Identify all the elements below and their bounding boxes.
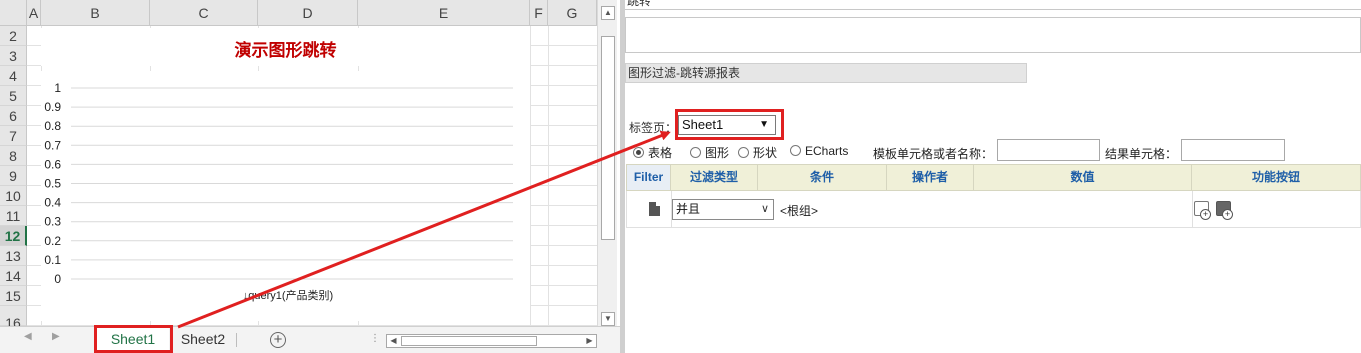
column-header-a[interactable]: A: [27, 0, 41, 26]
filter-type-value: 并且: [676, 202, 701, 216]
tab-separator: [236, 333, 237, 347]
y-tick-label: 0.9: [44, 100, 61, 114]
more-dots-icon[interactable]: ⋮: [370, 333, 380, 344]
document-icon[interactable]: [649, 202, 660, 216]
vertical-scroll-thumb[interactable]: [601, 36, 615, 240]
template-cell-input[interactable]: [997, 139, 1100, 161]
row-separator: [1192, 191, 1193, 227]
filter-row: 并且 ∨ <根组>: [626, 191, 1361, 228]
x-axis-label: ↓query1(产品类别): [243, 288, 333, 302]
top-divider: [625, 9, 1361, 10]
header-function-buttons: 功能按钮: [1251, 170, 1300, 184]
row-header[interactable]: 11: [0, 206, 27, 226]
row-header[interactable]: 16: [0, 306, 27, 331]
y-tick-label: 0.5: [44, 177, 61, 191]
y-tick-label: 0.7: [44, 138, 61, 152]
row-header-active[interactable]: 12: [0, 226, 27, 246]
y-tick-label: 0.3: [44, 215, 61, 229]
radio-checked-icon: [633, 147, 644, 158]
template-cell-label: 模板单元格或者名称：: [873, 147, 994, 161]
column-header-e[interactable]: E: [358, 0, 530, 26]
description-textarea[interactable]: [625, 17, 1361, 53]
chart-title: 演示图形跳转: [234, 41, 337, 60]
tab-scroll-left-icon[interactable]: ◀: [24, 331, 32, 342]
row-header[interactable]: 15: [0, 286, 27, 306]
result-cell-input[interactable]: [1181, 139, 1285, 161]
scroll-right-arrow-icon[interactable]: ▶: [583, 335, 596, 347]
row-header[interactable]: 6: [0, 106, 27, 126]
row-header[interactable]: 13: [0, 246, 27, 266]
column-header-f[interactable]: F: [530, 0, 548, 26]
y-tick-label: 0.6: [44, 157, 61, 171]
scroll-left-arrow-icon[interactable]: ◀: [387, 335, 400, 347]
column-header-b[interactable]: B: [41, 0, 150, 26]
y-tick-label: 0.4: [44, 196, 61, 210]
row-header[interactable]: 9: [0, 166, 27, 186]
header-value: 数值: [974, 165, 1192, 190]
scroll-down-arrow-icon[interactable]: ▼: [601, 312, 615, 326]
radio-echarts-label: ECharts: [805, 144, 849, 158]
radio-shape[interactable]: 形状: [738, 144, 777, 161]
top-section-label: 跳转: [627, 0, 652, 8]
sheet-select[interactable]: Sheet1 ▼: [678, 115, 776, 135]
header-filter: Filter: [627, 165, 671, 190]
row-header[interactable]: 7: [0, 126, 27, 146]
row-header[interactable]: 14: [0, 266, 27, 286]
grid-line: [548, 26, 549, 326]
header-operator: 操作者: [887, 165, 974, 190]
row-header[interactable]: 8: [0, 146, 27, 166]
radio-echarts[interactable]: ECharts: [790, 144, 848, 158]
spreadsheet-pane: A B C D E F G 2 3 4 5 6 7 8 9 10 11 12 1…: [0, 0, 620, 353]
column-header-d[interactable]: D: [258, 0, 358, 26]
chart-title-area[interactable]: 演示图形跳转: [41, 28, 530, 66]
y-tick-label: 0.8: [44, 119, 61, 133]
tab-scroll-right-icon[interactable]: ▶: [52, 331, 60, 342]
sheet-tab-sheet2[interactable]: Sheet2: [172, 327, 234, 353]
radio-unchecked-icon: [790, 145, 801, 156]
chart-svg: 1 0.9 0.8 0.7 0.6 0.5 0.4 0.3 0.2 0.1 0 ↓query1(产品类…: [44, 81, 513, 302]
row-header[interactable]: 3: [0, 46, 27, 66]
radio-shape-label: 形状: [753, 146, 778, 160]
y-tick-label: 0: [54, 272, 61, 286]
radio-chart[interactable]: 图形: [690, 144, 729, 161]
y-tick-label: 1: [54, 81, 61, 95]
filter-type-select[interactable]: 并且 ∨: [672, 199, 774, 220]
result-cell-label: 结果单元格：: [1105, 147, 1178, 161]
dropdown-caret-icon: ▼: [759, 119, 769, 130]
grid-line: [530, 26, 531, 326]
plus-circle-icon[interactable]: +: [270, 332, 286, 348]
row-header[interactable]: 10: [0, 186, 27, 206]
radio-table-label: 表格: [648, 146, 673, 160]
horizontal-scrollbar[interactable]: ◀ ▶: [386, 334, 597, 348]
sheet-tab-bar: ◀ ▶ Sheet1 Sheet2 + ⋮ ◀ ▶: [0, 326, 620, 353]
row-header[interactable]: 2: [0, 26, 27, 46]
header-filter-type: 过滤类型: [671, 165, 758, 190]
scroll-up-arrow-icon[interactable]: ▲: [601, 6, 615, 20]
tab-select-label: 标签页：: [629, 121, 678, 135]
sheet-tab-sheet1[interactable]: Sheet1: [97, 327, 169, 353]
column-header-c[interactable]: C: [150, 0, 258, 26]
y-tick-label: 0.2: [44, 234, 61, 248]
add-group-icon[interactable]: [1216, 201, 1233, 220]
radio-unchecked-icon: [738, 147, 749, 158]
column-header-g[interactable]: G: [548, 0, 597, 26]
section-title: 图形过滤-跳转源报表: [625, 63, 1027, 83]
header-condition: 条件: [758, 165, 887, 190]
sheet-select-value: Sheet1: [682, 117, 724, 132]
chevron-down-icon: ∨: [760, 203, 769, 215]
row-header[interactable]: 4: [0, 66, 27, 86]
horizontal-scroll-thumb[interactable]: [401, 336, 537, 346]
chart-area[interactable]: 1 0.9 0.8 0.7 0.6 0.5 0.4 0.3 0.2 0.1 0 ↓query1(产品类…: [41, 71, 530, 321]
y-tick-label: 0.1: [44, 253, 61, 267]
radio-table[interactable]: 表格: [633, 144, 672, 161]
add-condition-icon[interactable]: [1194, 201, 1211, 220]
vertical-scrollbar[interactable]: ▲ ▼: [597, 0, 617, 326]
config-panel: 跳转 图形过滤-跳转源报表 标签页： Sheet1 ▼ 表格 图形 形状 ECh…: [625, 0, 1361, 353]
row-header[interactable]: 5: [0, 86, 27, 106]
select-all-corner[interactable]: [0, 0, 27, 26]
filter-table-header: Filter 过滤类型 条件 操作者 数值 功能按钮: [626, 164, 1361, 191]
radio-chart-label: 图形: [705, 146, 730, 160]
radio-unchecked-icon: [690, 147, 701, 158]
root-group-label: <根组>: [780, 204, 819, 218]
